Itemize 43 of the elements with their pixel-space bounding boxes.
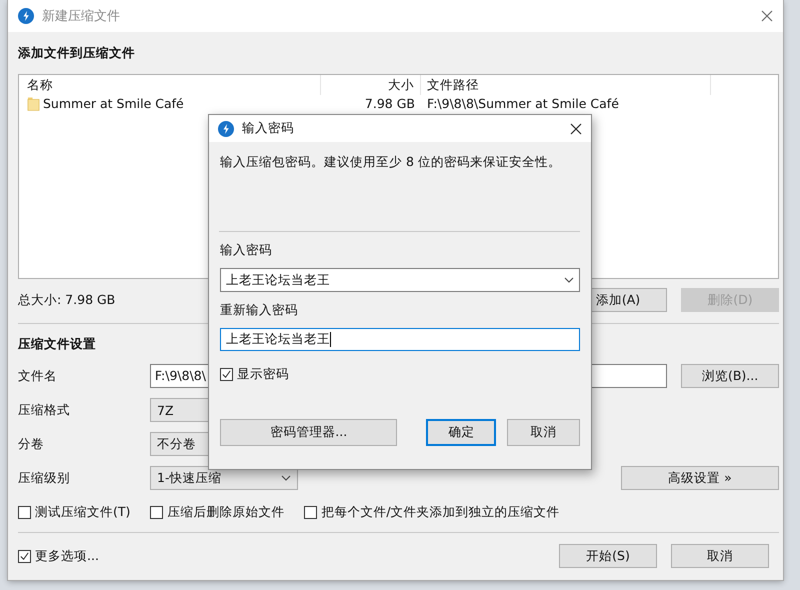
field-label: 分卷 [18,436,45,452]
checkbox-label[interactable]: 更多选项... [35,548,99,564]
field-label: 输入密码 [220,242,273,258]
confirm-password-field[interactable]: 上老王论坛当老王 [220,328,580,351]
app-icon [218,120,234,136]
close-icon[interactable] [570,122,582,134]
field-button[interactable]: 高级设置 » [621,466,779,490]
password-field[interactable]: 上老王论坛当老王 [220,268,580,292]
dialog-title: 输入密码 [242,120,294,137]
folder-icon [27,96,40,112]
checkbox[interactable] [150,506,164,518]
column-header[interactable]: 文件路径 [421,75,711,95]
dropdown[interactable]: 1-快速压缩 [150,466,298,490]
window-title: 新建压缩文件 [42,8,120,25]
checkbox[interactable] [220,368,233,381]
column-header[interactable]: 名称 [19,75,321,95]
app-icon [18,8,34,24]
file-size: 7.98 GB [364,96,416,111]
file-name[interactable]: Summer at Smile Café [43,96,184,111]
total-size: 总大小: 7.98 GB [18,292,116,308]
footer-button[interactable]: 开始(S) [559,544,657,568]
checkbox[interactable] [18,550,31,562]
footer-button[interactable]: 取消 [671,544,769,568]
file-path: F:\9\8\8\Summer at Smile Café [426,96,620,111]
dialog-button[interactable]: 取消 [507,419,580,446]
checkbox-label[interactable]: 把每个文件/文件夹添加到独立的压缩文件 [321,504,560,520]
checkbox-label[interactable]: 压缩后删除原始文件 [167,504,284,520]
checkbox-label[interactable]: 显示密码 [237,366,289,383]
section-heading: 压缩文件设置 [18,336,96,353]
section-heading: 添加文件到压缩文件 [18,45,135,62]
checkbox-label[interactable]: 测试压缩文件(T) [35,504,130,520]
dialog-button[interactable]: 密码管理器... [220,419,398,446]
checkbox[interactable] [18,506,31,518]
checkbox[interactable] [304,506,318,518]
column-header[interactable]: 大小 [321,75,421,95]
field-label: 压缩级别 [18,470,71,486]
field-button[interactable]: 浏览(B)... [681,364,780,388]
dialog-message: 输入压缩包密码。建议使用至少 8 位的密码来保证安全性。 [220,154,562,171]
field-label: 文件名 [18,368,58,384]
dialog-button[interactable]: 确定 [426,419,496,446]
field-label: 压缩格式 [18,402,71,418]
caret-icon [564,277,574,283]
field-label: 重新输入密码 [220,302,299,318]
